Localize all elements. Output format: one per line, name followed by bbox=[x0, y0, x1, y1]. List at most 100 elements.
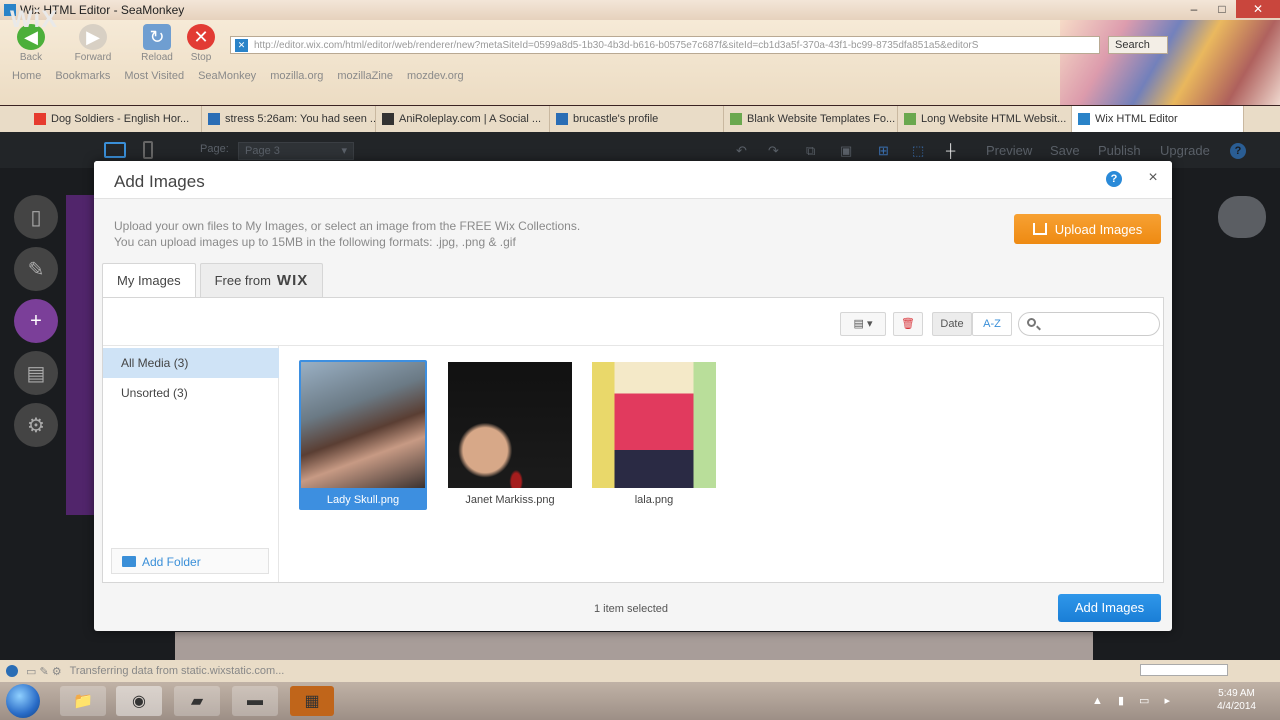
dialog-header: Add Images ? × bbox=[94, 161, 1172, 199]
grid-icon[interactable]: ⊞ bbox=[878, 143, 889, 159]
sidebar-item-unsorted[interactable]: Unsorted (3) bbox=[103, 378, 279, 408]
search-button[interactable]: Search bbox=[1108, 36, 1168, 54]
sidebar-item-all-media[interactable]: All Media (3) bbox=[103, 348, 279, 378]
browser-tab[interactable]: AniRoleplay.com | A Social ... bbox=[376, 106, 550, 132]
page-select[interactable]: Page 3 ▾ bbox=[238, 142, 354, 160]
tab-my-images[interactable]: My Images bbox=[102, 263, 196, 298]
taskbar-clock[interactable]: 5:49 AM 4/4/2014 bbox=[1217, 687, 1256, 713]
image-filename: Lady Skull.png bbox=[326, 494, 400, 506]
tab-free-from-wix[interactable]: Free from WIX bbox=[199, 263, 324, 297]
copy-icon[interactable]: ⧉ bbox=[806, 143, 815, 159]
page-icon bbox=[382, 113, 394, 125]
minimize-button[interactable]: – bbox=[1180, 0, 1208, 18]
seamonkey-taskbar-icon[interactable]: ◉ bbox=[116, 686, 162, 716]
system-tray-icons[interactable]: ▲ ▮ ▭ ▸ bbox=[1092, 694, 1176, 707]
explorer-folder-icon[interactable]: 📁 bbox=[60, 686, 106, 716]
dialog-footer: 1 item selected Add Images bbox=[94, 587, 1172, 631]
forward-arrow-icon: ▶ bbox=[79, 24, 107, 50]
image-preview bbox=[448, 362, 572, 488]
start-button[interactable] bbox=[6, 684, 40, 718]
status-tools-icon: ▭ ✎ ⚙ bbox=[26, 665, 62, 678]
undo-icon[interactable]: ↶ bbox=[736, 143, 747, 159]
media-panel: ▤ ▾ 🗑 Date A-Z All Media (3) Unsorted (3… bbox=[102, 297, 1164, 583]
close-icon[interactable]: × bbox=[1144, 169, 1162, 187]
paste-icon[interactable]: ▣ bbox=[840, 143, 852, 159]
upgrade-button[interactable]: Upgrade bbox=[1160, 143, 1210, 158]
bookmark-home[interactable]: Home bbox=[12, 70, 41, 82]
bookmark-seamonkey[interactable]: SeaMonkey bbox=[198, 70, 256, 82]
browser-tab[interactable]: Blank Website Templates Fo... bbox=[724, 106, 898, 132]
help-icon[interactable]: ? bbox=[1106, 171, 1122, 187]
upload-images-label: Upload Images bbox=[1054, 221, 1143, 237]
chat-icon[interactable] bbox=[1218, 196, 1266, 238]
search-icon bbox=[1027, 318, 1036, 327]
bookmark-bookmarks[interactable]: Bookmarks bbox=[55, 70, 110, 82]
page-label: Page: bbox=[200, 143, 229, 155]
snap-icon[interactable]: ⬚ bbox=[912, 143, 924, 159]
browser-status-bar: ▭ ✎ ⚙ Transferring data from static.wixs… bbox=[0, 660, 1280, 682]
page-icon bbox=[556, 113, 568, 125]
reload-label: Reload bbox=[141, 52, 173, 63]
add-images-button[interactable]: Add Images bbox=[1058, 594, 1161, 622]
bookmark-most-visited[interactable]: Most Visited bbox=[124, 70, 184, 82]
forward-button[interactable]: ▶ Forward bbox=[70, 24, 116, 63]
image-thumbnail-lala[interactable]: lala.png bbox=[590, 360, 718, 510]
browser-tab[interactable]: stress 5:26am: You had seen ... bbox=[202, 106, 376, 132]
game-taskbar-icon[interactable]: ▦ bbox=[290, 686, 334, 716]
add-panel bbox=[66, 195, 96, 515]
sort-date-button[interactable]: Date bbox=[932, 312, 972, 336]
browser-tab-strip: Dog Soldiers - English Hor... stress 5:2… bbox=[0, 106, 1280, 132]
browser-tab[interactable]: brucastle's profile bbox=[550, 106, 724, 132]
browser-tab[interactable]: Dog Soldiers - English Hor... bbox=[28, 106, 202, 132]
close-window-button[interactable]: ✕ bbox=[1236, 0, 1280, 18]
back-label: Back bbox=[19, 52, 43, 63]
redo-icon[interactable]: ↷ bbox=[768, 143, 779, 159]
persona-theme-image bbox=[1060, 20, 1280, 105]
wix-favicon-icon: ✕ bbox=[235, 38, 248, 52]
media-search-input[interactable] bbox=[1018, 312, 1160, 336]
wix-favicon-icon bbox=[1078, 113, 1090, 125]
image-thumbnail-janet-markiss[interactable]: Janet Markiss.png bbox=[446, 360, 574, 510]
settings-gear-icon[interactable]: ⚙ bbox=[14, 403, 58, 447]
add-folder-button[interactable]: Add Folder bbox=[111, 548, 269, 574]
maximize-button[interactable]: □ bbox=[1208, 0, 1236, 18]
reload-button[interactable]: ↻ Reload bbox=[134, 24, 180, 63]
delete-button[interactable]: 🗑 bbox=[893, 312, 923, 336]
stop-button[interactable]: ✕ Stop bbox=[178, 24, 224, 63]
sort-az-button[interactable]: A-Z bbox=[972, 312, 1012, 336]
add-images-dialog: Add Images ? × Upload your own files to … bbox=[94, 161, 1172, 631]
help-icon[interactable]: ? bbox=[1230, 143, 1246, 159]
app-taskbar-icon[interactable]: ▰ bbox=[174, 686, 220, 716]
video-app-taskbar-icon[interactable]: ▬ bbox=[232, 686, 278, 716]
bookmark-mozdev[interactable]: mozdev.org bbox=[407, 70, 464, 82]
folder-icon bbox=[122, 556, 136, 567]
stop-label: Stop bbox=[190, 52, 212, 63]
stop-icon: ✕ bbox=[187, 24, 215, 50]
editor-left-rail: ▯ ✎ + ▤ ⚙ bbox=[14, 195, 58, 455]
mobile-view-icon[interactable] bbox=[143, 141, 153, 159]
view-mode-button[interactable]: ▤ ▾ bbox=[840, 312, 886, 336]
image-preview bbox=[592, 362, 716, 488]
image-filename: Janet Markiss.png bbox=[465, 494, 555, 506]
publish-button[interactable]: Publish bbox=[1098, 143, 1141, 158]
window-titlebar: Wix HTML Editor - SeaMonkey bbox=[0, 0, 1280, 20]
image-filename: lala.png bbox=[634, 494, 674, 506]
bookmark-mozilla[interactable]: mozilla.org bbox=[270, 70, 323, 82]
ruler-icon[interactable]: ┼ bbox=[946, 143, 955, 158]
preview-button[interactable]: Preview bbox=[986, 143, 1032, 158]
browser-tab-active[interactable]: Wix HTML Editor bbox=[1072, 106, 1244, 132]
bookmark-mozillazine[interactable]: mozillaZine bbox=[337, 70, 393, 82]
save-button[interactable]: Save bbox=[1050, 143, 1080, 158]
image-thumbnail-lady-skull[interactable]: Lady Skull.png bbox=[299, 360, 427, 510]
browser-tab[interactable]: Long Website HTML Websit... bbox=[898, 106, 1072, 132]
upload-images-button[interactable]: Upload Images bbox=[1014, 214, 1161, 244]
add-icon[interactable]: + bbox=[14, 299, 58, 343]
site-canvas-strip bbox=[175, 632, 1093, 660]
intro-line-1: Upload your own files to My Images, or s… bbox=[114, 219, 581, 233]
intro-line-2: You can upload images up to 15MB in the … bbox=[114, 235, 516, 249]
address-bar[interactable]: ✕ http://editor.wix.com/html/editor/web/… bbox=[230, 36, 1100, 54]
desktop-view-icon[interactable] bbox=[104, 142, 126, 158]
app-market-icon[interactable]: ▤ bbox=[14, 351, 58, 395]
pages-icon[interactable]: ▯ bbox=[14, 195, 58, 239]
design-icon[interactable]: ✎ bbox=[14, 247, 58, 291]
